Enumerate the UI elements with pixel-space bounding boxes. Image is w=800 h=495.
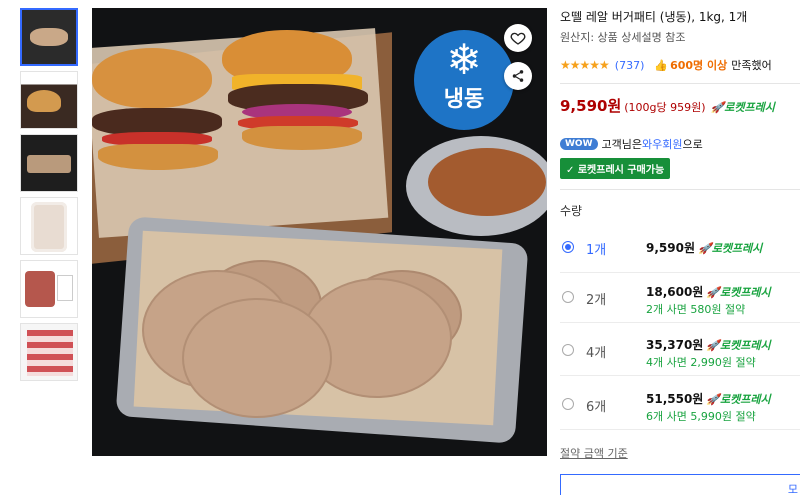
thumbnail-image bbox=[21, 72, 77, 128]
rocket-fresh-badge: 🚀로켓프레시 bbox=[710, 101, 775, 114]
rating-row: ★★★★★ (737) 👍 600명 이상 만족했어 bbox=[560, 56, 800, 74]
unit-price: (100g당 959원) bbox=[624, 101, 706, 114]
sale-price: 9,590원 bbox=[560, 97, 622, 115]
thumbnail-3[interactable] bbox=[20, 134, 78, 192]
option-price: 18,600원 🚀로켓프레시 bbox=[646, 283, 771, 300]
thumbnail-image bbox=[21, 261, 77, 317]
radio-button[interactable] bbox=[562, 291, 574, 303]
wow-member-link[interactable]: 와우회원 bbox=[642, 136, 682, 152]
quantity-option-2[interactable]: 2개 18,600원 🚀로켓프레시 2개 사면 580원 절약 bbox=[560, 273, 800, 323]
frozen-badge: ❄ 냉동 bbox=[414, 30, 514, 130]
snowflake-icon: ❄ bbox=[446, 35, 482, 84]
rocket-fresh-badge: 🚀로켓프레시 bbox=[698, 242, 763, 255]
product-title: 오뗄 레알 버거패티 (냉동), 1kg, 1개 bbox=[560, 10, 748, 24]
thumbnail-4[interactable] bbox=[20, 197, 78, 255]
wow-badge: WOW bbox=[560, 138, 598, 150]
burger-bottom-bun bbox=[242, 126, 362, 150]
review-count-link[interactable]: (737) bbox=[615, 59, 645, 72]
heart-icon bbox=[510, 32, 526, 45]
option-price: 35,370원 🚀로켓프레시 bbox=[646, 336, 771, 353]
satisfaction-count: 600명 이상 bbox=[670, 59, 728, 72]
option-price: 51,550원 🚀로켓프레시 bbox=[646, 390, 771, 407]
product-info-panel: 오뗄 레알 버거패티 (냉동), 1kg, 1개 원산지: 상품 상세설명 참조… bbox=[560, 8, 800, 495]
quantity-option-4[interactable]: 4개 35,370원 🚀로켓프레시 4개 사면 2,990원 절약 bbox=[560, 326, 800, 376]
thumbnail-image bbox=[21, 135, 77, 191]
option-savings: 2개 사면 580원 절약 bbox=[646, 303, 746, 316]
membership-text-prefix: 고객님은 bbox=[601, 138, 642, 151]
membership-row: WOW 고객님은 와우회원 으로 bbox=[560, 136, 800, 152]
thumbnail-6[interactable] bbox=[20, 323, 78, 381]
satisfaction-label: 만족했어 bbox=[731, 59, 772, 72]
quantity-option-1[interactable]: 1개 9,590원 🚀로켓프레시 bbox=[560, 223, 800, 273]
option-quantity: 6개 bbox=[586, 400, 607, 415]
thumbnail-1[interactable] bbox=[20, 8, 78, 66]
rocket-fresh-badge: 🚀로켓프레시 bbox=[706, 286, 771, 299]
quantity-option-6[interactable]: 6개 51,550원 🚀로켓프레시 6개 사면 5,990원 절약 bbox=[560, 380, 800, 430]
option-quantity: 4개 bbox=[586, 346, 607, 361]
membership-text-suffix: 으로 bbox=[682, 138, 703, 151]
burger-bottom-bun bbox=[98, 144, 218, 170]
radio-button[interactable] bbox=[562, 398, 574, 410]
option-savings: 6개 사면 5,990원 절약 bbox=[646, 410, 756, 423]
share-button[interactable] bbox=[504, 62, 532, 90]
thumbnail-list bbox=[20, 8, 80, 386]
frozen-label: 냉동 bbox=[443, 87, 485, 112]
option-quantity: 1개 bbox=[586, 243, 607, 258]
option-quantity: 2개 bbox=[586, 293, 607, 308]
thumbnail-image bbox=[21, 324, 77, 380]
product-origin: 원산지: 상품 상세설명 참조 bbox=[560, 31, 686, 44]
thumbs-up-icon: 👍 bbox=[654, 58, 669, 72]
burger-bun bbox=[92, 48, 212, 108]
thumbnail-image bbox=[22, 10, 76, 64]
quantity-label: 수량 bbox=[560, 204, 583, 218]
option-price-value: 51,550원 bbox=[646, 392, 704, 406]
radio-button[interactable] bbox=[562, 344, 574, 356]
wishlist-button[interactable] bbox=[504, 24, 532, 52]
share-icon bbox=[512, 70, 524, 82]
option-price-value: 9,590원 bbox=[646, 241, 695, 255]
rocket-fresh-badge: 🚀로켓프레시 bbox=[706, 393, 771, 406]
thumbnail-2[interactable] bbox=[20, 71, 78, 129]
price-row: 9,590원 (100g당 959원) 🚀로켓프레시 bbox=[560, 95, 800, 116]
option-price: 9,590원 🚀로켓프레시 bbox=[646, 239, 762, 256]
divider bbox=[560, 189, 800, 190]
option-savings: 4개 사면 2,990원 절약 bbox=[646, 356, 756, 369]
star-rating-icon: ★★★★★ bbox=[560, 58, 610, 72]
raw-patty bbox=[182, 298, 332, 418]
option-price-value: 35,370원 bbox=[646, 338, 704, 352]
savings-basis-link[interactable]: 절약 금액 기준 bbox=[560, 445, 628, 461]
cooked-patty bbox=[428, 148, 546, 216]
rocket-fresh-available-badge: ✓ 로켓프레시 구매가능 bbox=[560, 158, 671, 179]
thumbnail-5[interactable] bbox=[20, 260, 78, 318]
rocket-fresh-badge: 🚀로켓프레시 bbox=[706, 339, 771, 352]
bottom-action-box[interactable]: 모 bbox=[560, 474, 800, 495]
option-price-value: 18,600원 bbox=[646, 285, 704, 299]
main-product-image: ❄ 냉동 bbox=[92, 8, 547, 456]
thumbnail-image bbox=[21, 198, 77, 254]
divider bbox=[560, 83, 800, 84]
bottom-box-label: 모 bbox=[787, 483, 798, 495]
radio-button[interactable] bbox=[562, 241, 574, 253]
